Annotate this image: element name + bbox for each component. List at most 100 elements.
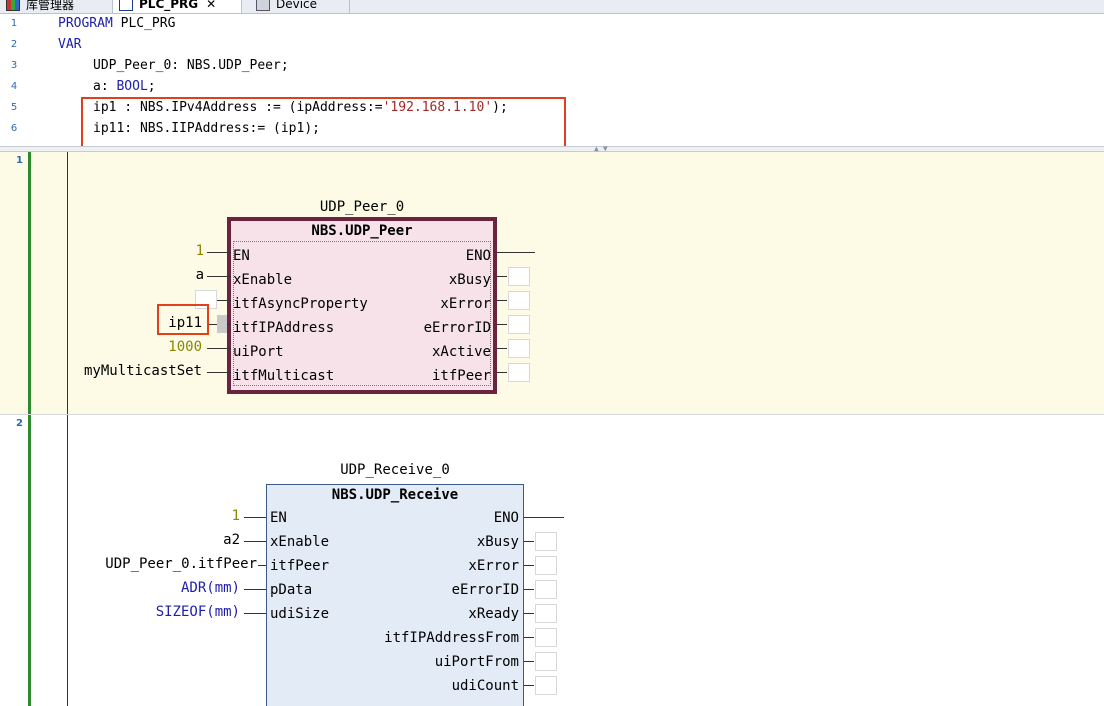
- tab-label: PLC_PRG: [139, 0, 199, 11]
- pin-eno[interactable]: ENO: [494, 510, 519, 526]
- wire: [207, 372, 231, 373]
- pin-xready[interactable]: xReady: [468, 606, 519, 622]
- declaration-text: ;: [147, 79, 156, 94]
- pin-eno[interactable]: ENO: [466, 248, 491, 264]
- empty-output-slot[interactable]: [508, 291, 530, 310]
- code-line-2[interactable]: VAR: [58, 37, 81, 52]
- line-number: 6: [10, 123, 18, 134]
- pin-xactive[interactable]: xActive: [432, 344, 491, 360]
- pin-pdata[interactable]: pData: [270, 582, 312, 598]
- pin-xerror[interactable]: xError: [440, 296, 491, 312]
- wire: [524, 637, 534, 638]
- code-line-4[interactable]: a: BOOL;: [93, 79, 156, 94]
- empty-output-slot[interactable]: [508, 267, 530, 286]
- pin-uiport[interactable]: uiPort: [233, 344, 284, 360]
- wire: [217, 300, 231, 301]
- editor-tab-bar: 库管理器 PLC_PRG ✕ Device: [0, 0, 1104, 14]
- input-udisize-value[interactable]: SIZEOF(mm): [60, 604, 240, 620]
- empty-output-slot[interactable]: [508, 315, 530, 334]
- empty-output-slot[interactable]: [535, 580, 557, 599]
- wire: [497, 324, 507, 325]
- pin-itfpeer[interactable]: itfPeer: [270, 558, 329, 574]
- program-name: PLC_PRG: [112, 16, 176, 31]
- wire: [244, 589, 266, 590]
- declaration-text: a:: [93, 79, 117, 94]
- close-icon[interactable]: ✕: [206, 0, 216, 11]
- fb-box[interactable]: NBS.UDP_Receive EN xEnable itfPeer pData…: [266, 484, 524, 706]
- keyword-bool: BOOL: [116, 79, 148, 94]
- wire: [207, 348, 231, 349]
- code-line-1[interactable]: PROGRAM PLC_PRG: [58, 16, 175, 31]
- pin-en[interactable]: EN: [233, 248, 250, 264]
- pin-xenable[interactable]: xEnable: [270, 534, 329, 550]
- pin-eerrorid[interactable]: eErrorID: [452, 582, 519, 598]
- fb-inner-frame: [233, 241, 491, 386]
- ladder-network-1[interactable]: 1 UDP_Peer_0 NBS.UDP_Peer EN xEnable itf…: [0, 152, 1104, 414]
- code-line-3[interactable]: UDP_Peer_0: NBS.UDP_Peer;: [93, 58, 289, 73]
- highlight-box-ip-declarations: [81, 97, 566, 149]
- empty-output-slot[interactable]: [508, 363, 530, 382]
- wire: [524, 541, 534, 542]
- input-en-value[interactable]: 1: [60, 243, 204, 259]
- input-uiport-value[interactable]: 1000: [60, 339, 202, 355]
- highlight-box-ip11: [157, 304, 209, 335]
- fb-instance-name[interactable]: UDP_Receive_0: [266, 462, 524, 478]
- pin-xerror[interactable]: xError: [468, 558, 519, 574]
- wire: [524, 661, 534, 662]
- pin-xbusy[interactable]: xBusy: [477, 534, 519, 550]
- input-pdata-value[interactable]: ADR(mm): [60, 580, 240, 596]
- fb-type-name: NBS.UDP_Receive: [331, 487, 459, 503]
- wire: [244, 517, 266, 518]
- line-number: 2: [10, 39, 18, 50]
- pin-itfasyncproperty[interactable]: itfAsyncProperty: [233, 296, 368, 312]
- declaration-editor[interactable]: 1 2 3 4 5 6 PROGRAM PLC_PRG VAR UDP_Peer…: [0, 14, 1104, 149]
- pin-xenable[interactable]: xEnable: [233, 272, 292, 288]
- input-itfmulticast-value[interactable]: myMulticastSet: [60, 363, 202, 379]
- wire: [524, 685, 534, 686]
- network-gutter: 1: [0, 152, 52, 414]
- input-xenable-value[interactable]: a: [60, 267, 204, 283]
- pin-eerrorid[interactable]: eErrorID: [424, 320, 491, 336]
- wire: [207, 252, 231, 253]
- pin-itfpeer[interactable]: itfPeer: [432, 368, 491, 384]
- pin-udisize[interactable]: udiSize: [270, 606, 329, 622]
- pin-itfmulticast[interactable]: itfMulticast: [233, 368, 334, 384]
- input-en-value[interactable]: 1: [60, 508, 240, 524]
- empty-output-slot[interactable]: [508, 339, 530, 358]
- network-gutter: 2: [0, 415, 52, 706]
- tab-plc-prg[interactable]: PLC_PRG ✕: [112, 0, 242, 13]
- input-selection-handle[interactable]: [217, 315, 227, 333]
- wire: [207, 276, 231, 277]
- fb-instance-name[interactable]: UDP_Peer_0: [228, 199, 496, 215]
- pin-itfipaddressfrom[interactable]: itfIPAddressFrom: [384, 630, 519, 646]
- wire: [524, 589, 534, 590]
- network-status-bar: [28, 415, 31, 706]
- line-number: 4: [10, 81, 18, 92]
- tab-label: 库管理器: [26, 0, 75, 12]
- empty-output-slot[interactable]: [535, 628, 557, 647]
- keyword-program: PROGRAM: [58, 16, 113, 31]
- input-itfpeer-value[interactable]: UDP_Peer_0.itfPeer: [60, 556, 257, 572]
- device-icon: [256, 0, 270, 11]
- pin-en[interactable]: EN: [270, 510, 287, 526]
- fb-box[interactable]: NBS.UDP_Peer EN xEnable itfAsyncProperty…: [227, 217, 497, 394]
- empty-output-slot[interactable]: [535, 532, 557, 551]
- eno-output-wire: [497, 252, 535, 253]
- pin-udicount[interactable]: udiCount: [452, 678, 519, 694]
- pin-uiportfrom[interactable]: uiPortFrom: [435, 654, 519, 670]
- tab-library-manager[interactable]: 库管理器: [0, 0, 108, 13]
- tab-label: Device: [276, 0, 318, 11]
- pin-xbusy[interactable]: xBusy: [449, 272, 491, 288]
- line-number: 1: [10, 18, 18, 29]
- tab-device[interactable]: Device: [250, 0, 350, 13]
- ladder-network-2[interactable]: 2 UDP_Receive_0 NBS.UDP_Receive EN xEnab…: [0, 414, 1104, 706]
- pin-itfipaddress[interactable]: itfIPAddress: [233, 320, 334, 336]
- line-number: 3: [10, 60, 18, 71]
- empty-output-slot[interactable]: [535, 676, 557, 695]
- input-xenable-value[interactable]: a2: [60, 532, 240, 548]
- empty-output-slot[interactable]: [535, 556, 557, 575]
- empty-output-slot[interactable]: [535, 652, 557, 671]
- network-status-bar: [28, 152, 31, 414]
- network-number: 2: [16, 418, 23, 429]
- empty-output-slot[interactable]: [535, 604, 557, 623]
